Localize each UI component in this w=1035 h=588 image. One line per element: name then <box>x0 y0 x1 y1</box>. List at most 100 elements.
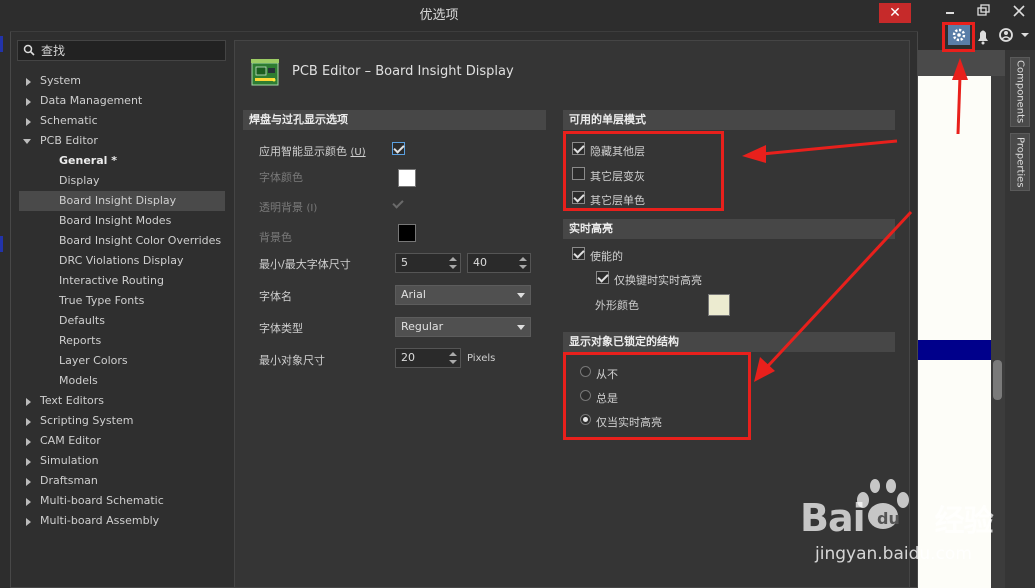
sidebar-item[interactable]: Simulation <box>19 451 225 471</box>
chevron-right-icon[interactable] <box>26 398 31 406</box>
chevron-right-icon[interactable] <box>26 118 31 126</box>
sidebar-item[interactable]: Data Management <box>19 91 225 111</box>
font-name-select[interactable]: Arial <box>395 285 531 305</box>
section-live-highlight-header: 实时高亮 <box>563 219 895 239</box>
chevron-right-icon[interactable] <box>26 478 31 486</box>
live-highlight-enabled-checkbox[interactable] <box>572 247 585 260</box>
sidebar-item[interactable]: Text Editors <box>19 391 225 411</box>
sidebar-item-label: Text Editors <box>40 394 105 407</box>
sidebar-item[interactable]: Board Insight Color Overrides <box>19 231 225 251</box>
sidebar-item-label: True Type Fonts <box>59 294 145 307</box>
bg-color-label: 背景色 <box>259 231 292 244</box>
sidebar-item-label: Board Insight Modes <box>59 214 172 227</box>
user-account-icon[interactable] <box>999 28 1013 42</box>
left-app-edge <box>0 0 10 588</box>
sidebar-item[interactable]: Models <box>19 371 225 391</box>
sidebar-item[interactable]: Defaults <box>19 311 225 331</box>
notification-bell-icon[interactable] <box>978 30 988 45</box>
transparent-bg-checkbox[interactable] <box>392 198 405 211</box>
chevron-right-icon[interactable] <box>26 518 31 526</box>
chevron-right-icon[interactable] <box>26 418 31 426</box>
font-name-label: 字体名 <box>259 290 292 303</box>
sidebar-item[interactable]: Board Insight Display <box>19 191 225 211</box>
sidebar-item[interactable]: System <box>19 71 225 91</box>
sidebar-item[interactable]: Scripting System <box>19 411 225 431</box>
watermark-url: jingyan.baidu.com <box>815 544 972 564</box>
sidebar-item-label: Display <box>59 174 100 187</box>
sidebar-item-label: Board Insight Display <box>59 194 177 207</box>
sidebar-item[interactable]: General * <box>19 151 225 171</box>
font-max-spinner[interactable]: 40 <box>467 253 531 273</box>
dialog-title: 优选项 <box>419 8 459 23</box>
chevron-right-icon[interactable] <box>26 498 31 506</box>
sidebar-item[interactable]: DRC Violations Display <box>19 251 225 271</box>
chevron-down-icon[interactable] <box>23 139 31 144</box>
restore-icon[interactable] <box>977 4 990 16</box>
chevron-right-icon[interactable] <box>26 78 31 86</box>
font-style-select[interactable]: Regular <box>395 317 531 337</box>
page-title: PCB Editor – Board Insight Display <box>292 64 514 79</box>
font-style-label: 字体类型 <box>259 322 303 335</box>
sidebar-item-label: System <box>40 74 82 87</box>
min-object-unit: Pixels <box>467 353 496 364</box>
shift-only-checkbox[interactable] <box>596 271 609 284</box>
sidebar-item[interactable]: PCB Editor <box>19 131 225 151</box>
live-highlight-enabled-label: 使能的 <box>590 250 623 263</box>
chevron-down-icon <box>517 325 525 330</box>
outline-color-swatch[interactable] <box>708 294 730 316</box>
chevron-down-icon[interactable] <box>1021 33 1029 37</box>
sidebar-item-label: Layer Colors <box>59 354 128 367</box>
sidebar-item-label: Models <box>59 374 98 387</box>
spinner-arrows-icon[interactable] <box>519 256 527 270</box>
sidebar-item-label: Multi-board Assembly <box>40 514 160 527</box>
watermark-brand: Bai 经验 <box>800 496 994 540</box>
sidebar-item[interactable]: Display <box>19 171 225 191</box>
smart-color-checkbox[interactable] <box>392 142 405 155</box>
sidebar-item-label: General * <box>59 154 117 167</box>
sidebar-item[interactable]: Multi-board Assembly <box>19 511 225 531</box>
sidebar-item-label: Simulation <box>40 454 99 467</box>
dialog-titlebar[interactable]: 优选项 <box>10 0 918 32</box>
sidebar-item-label: CAM Editor <box>40 434 101 447</box>
sidebar-item[interactable]: Interactive Routing <box>19 271 225 291</box>
tab-components[interactable]: Components <box>1010 57 1030 127</box>
chevron-right-icon[interactable] <box>26 438 31 446</box>
sidebar-item[interactable]: Reports <box>19 331 225 351</box>
bg-color-swatch[interactable] <box>398 224 416 242</box>
sidebar-item-label: PCB Editor <box>40 134 98 147</box>
sidebar-item-label: Schematic <box>40 114 98 127</box>
scrollbar-thumb[interactable] <box>993 360 1002 400</box>
sidebar-item-label: Board Insight Color Overrides <box>59 234 222 247</box>
sidebar-item-label: Interactive Routing <box>59 274 164 287</box>
spinner-arrows-icon[interactable] <box>449 351 457 365</box>
font-color-swatch[interactable] <box>398 169 416 187</box>
left-edge-marker <box>0 36 3 52</box>
side-panel-strip <box>1005 50 1035 588</box>
spinner-arrows-icon[interactable] <box>449 256 457 270</box>
sidebar-item[interactable]: Multi-board Schematic <box>19 491 225 511</box>
sidebar-item[interactable]: CAM Editor <box>19 431 225 451</box>
chevron-right-icon[interactable] <box>26 98 31 106</box>
annotation-box-locked-structure <box>563 352 751 440</box>
sidebar-item[interactable]: Draftsman <box>19 471 225 491</box>
tab-properties[interactable]: Properties <box>1010 133 1030 191</box>
close-window-icon[interactable] <box>1013 5 1025 17</box>
canvas-scrollbar[interactable] <box>991 76 1005 588</box>
chevron-down-icon <box>517 293 525 298</box>
search-placeholder: 查找 <box>41 44 66 58</box>
min-object-spinner[interactable]: 20 <box>395 348 461 368</box>
font-min-spinner[interactable]: 5 <box>395 253 461 273</box>
dialog-close-button[interactable]: ✕ <box>879 3 911 23</box>
chevron-right-icon[interactable] <box>26 458 31 466</box>
outline-color-label: 外形颜色 <box>595 299 639 312</box>
shift-only-label: 仅换键时实时高亮 <box>614 274 702 287</box>
annotation-box-settings <box>942 22 975 52</box>
sidebar-item[interactable]: Board Insight Modes <box>19 211 225 231</box>
font-size-label: 最小/最大字体尺寸 <box>259 258 351 271</box>
sidebar-item[interactable]: Layer Colors <box>19 351 225 371</box>
sidebar-item-label: Scripting System <box>40 414 134 427</box>
sidebar-item-label: Draftsman <box>40 474 98 487</box>
sidebar-item[interactable]: Schematic <box>19 111 225 131</box>
search-icon <box>23 44 35 56</box>
sidebar-item[interactable]: True Type Fonts <box>19 291 225 311</box>
